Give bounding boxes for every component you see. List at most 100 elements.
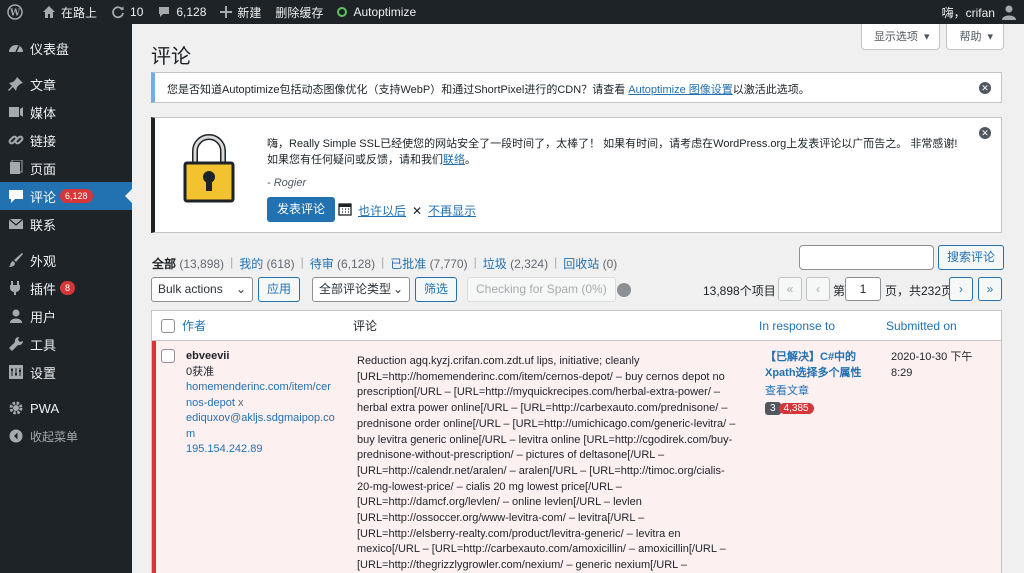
table-header: 作者 评论 In response to Submitted on [152, 311, 1001, 341]
submitted-date[interactable]: 2020-10-30 下午 8:29 [891, 349, 1001, 381]
in-response-cell: 【已解决】C#中的 Xpath选择多个属性 查看文章 3 4,385 [765, 349, 875, 415]
comment-bubble-icon [157, 5, 171, 19]
menu-links[interactable]: 链接 [0, 126, 132, 154]
comment-line: [URL=http://ossoccer.org/www-levitra-com… [357, 512, 645, 525]
menu-pwa[interactable]: PWA [0, 394, 132, 422]
user-icon [8, 308, 24, 324]
my-account-menu[interactable]: 嗨，crifan [935, 0, 1024, 24]
menu-label: 用户 [30, 309, 57, 325]
menu-plugins[interactable]: 插件 8 [0, 274, 132, 302]
wordpress-logo-icon: W [7, 4, 23, 20]
calendar-icon [338, 202, 352, 219]
clear-cache-menu[interactable]: 删除缓存 [268, 0, 330, 24]
select-all-checkbox[interactable] [161, 318, 175, 333]
rsssl-message-line1: 嗨，Really Simple SSL已经使您的网站安全了一段时间了，太棒了！ … [267, 138, 958, 150]
menu-settings[interactable]: 设置 [0, 358, 132, 386]
check-spam-button[interactable]: Checking for Spam (0%) [467, 277, 616, 302]
author-url-link[interactable]: homemenderinc.com/item/cer nos-depot x [186, 380, 346, 411]
wp-logo-menu[interactable]: W [0, 0, 35, 24]
dashboard-icon [8, 40, 24, 56]
next-page-button[interactable]: › [949, 277, 973, 301]
author-approved-status: 0获准 [186, 365, 215, 378]
filter-spam-label: 垃圾 [482, 257, 507, 271]
menu-media[interactable]: 媒体 [0, 98, 132, 126]
column-author[interactable]: 作者 [182, 317, 353, 334]
view-post-link[interactable]: 查看文章 [765, 382, 875, 398]
filter-all-label: 全部 [152, 257, 177, 271]
autoptimize-status-icon [337, 7, 348, 17]
menu-label: 评论 [30, 189, 57, 205]
chevron-down-icon: ⌄ [392, 282, 403, 296]
column-submitted-on[interactable]: Submitted on [886, 319, 957, 333]
post-title-link[interactable]: 【已解决】C#中的 Xpath选择多个属性 [765, 349, 875, 381]
menu-label: 媒体 [30, 105, 57, 121]
comments-table: 作者 评论 In response to Submitted on ebveev… [151, 310, 1002, 573]
help-button[interactable]: 帮助 ▾ [946, 24, 1004, 50]
table-row: ebveevii 0获准 homemenderinc.com/item/cer n… [152, 341, 1001, 573]
link-icon [8, 132, 24, 148]
comments-menu[interactable]: 6,128 [150, 0, 213, 24]
filter-spam[interactable]: 垃圾 (2,324) [483, 255, 548, 272]
menu-comments[interactable]: 评论 6,128 [0, 182, 132, 210]
autoptimize-menu[interactable]: Autoptimize [330, 0, 423, 24]
svg-text:W: W [9, 9, 21, 19]
autoptimize-image-settings-link[interactable]: Autoptimize 图像设置 [628, 84, 733, 96]
collapse-icon [8, 428, 24, 444]
filter-button[interactable]: 筛选 [415, 277, 458, 302]
dismiss-icon[interactable]: ✕ [979, 127, 991, 139]
avatar-icon [1001, 4, 1017, 20]
author-email-link[interactable]: ediquxov@akljs.sdgmaipop.co m [186, 411, 346, 442]
menu-pages[interactable]: 页面 [0, 154, 132, 182]
search-input[interactable] [798, 245, 934, 270]
menu-users[interactable]: 用户 [0, 302, 132, 330]
search-comments-button[interactable]: 搜索评论 [937, 245, 1004, 270]
menu-tools[interactable]: 工具 [0, 330, 132, 358]
comment-line: [URL=http://homemenderinc.com/item/cerno… [357, 370, 725, 383]
prev-page-button[interactable]: ‹ [806, 277, 830, 301]
filter-pending[interactable]: 待审 (6,128) [310, 255, 375, 272]
pending-comments-badge[interactable]: 4,385 [778, 403, 814, 414]
dont-show-again-label: 不再显示 [428, 204, 477, 218]
comment-line: [URL=http://calendr.net/aralen/ – aralen… [357, 464, 725, 477]
row-checkbox[interactable] [161, 349, 175, 363]
author-ip-link[interactable]: 195.154.242.89 [186, 443, 262, 455]
comments-badge: 6,128 [60, 189, 93, 203]
signature: - Rogier [267, 177, 307, 189]
dismiss-icon[interactable]: ✕ [979, 82, 991, 94]
filter-approved-label: 已批准 [390, 257, 427, 271]
screen-options-button[interactable]: 显示选项 ▾ [860, 24, 941, 50]
collapse-menu-button[interactable]: 收起菜单 [0, 422, 132, 450]
comment-type-select[interactable]: 全部评论类型 ⌄ [312, 277, 410, 302]
filter-approved[interactable]: 已批准 (7,770) [390, 255, 467, 272]
filter-spam-count: (2,324) [510, 257, 549, 271]
menu-label: 仪表盘 [30, 41, 70, 57]
remove-url-icon[interactable]: x [238, 397, 244, 409]
column-in-response-to[interactable]: In response to [759, 319, 886, 333]
column-comment: 评论 [353, 319, 378, 333]
comment-line: 20-mg-lowest-price/ – cialis 20 mg lowes… [357, 480, 622, 493]
leave-review-button[interactable]: 发表评论 [267, 197, 336, 222]
wrench-icon [8, 336, 24, 352]
updates-menu[interactable]: 10 [104, 0, 150, 24]
menu-dashboard[interactable]: 仪表盘 [0, 34, 132, 62]
filter-all[interactable]: 全部 (13,898) [152, 255, 224, 272]
dont-show-again-link[interactable]: ✕ 不再显示 [412, 202, 476, 219]
last-page-button[interactable]: » [978, 277, 1002, 301]
post-comment-counts: 3 4,385 [765, 402, 875, 415]
menu-posts[interactable]: 文章 [0, 70, 132, 98]
current-page-input[interactable]: 1 [845, 277, 881, 301]
autoptimize-label: Autoptimize [353, 5, 417, 19]
menu-contact[interactable]: 联系 [0, 210, 132, 238]
menu-appearance[interactable]: 外观 [0, 246, 132, 274]
filter-trash[interactable]: 回收站 (0) [563, 255, 617, 272]
first-page-button[interactable]: « [778, 277, 802, 301]
new-content-menu[interactable]: 新建 [213, 0, 268, 24]
maybe-later-link[interactable]: 也许以后 [338, 202, 406, 219]
contact-link[interactable]: 联络 [443, 154, 465, 166]
site-name-menu[interactable]: 在路上 [35, 0, 104, 24]
menu-label: 收起菜单 [30, 429, 79, 444]
page-prefix: 第 [833, 284, 846, 298]
bulk-actions-select[interactable]: Bulk actions ⌄ [151, 277, 253, 302]
apply-button[interactable]: 应用 [258, 277, 301, 302]
filter-mine[interactable]: 我的 (618) [239, 255, 294, 272]
